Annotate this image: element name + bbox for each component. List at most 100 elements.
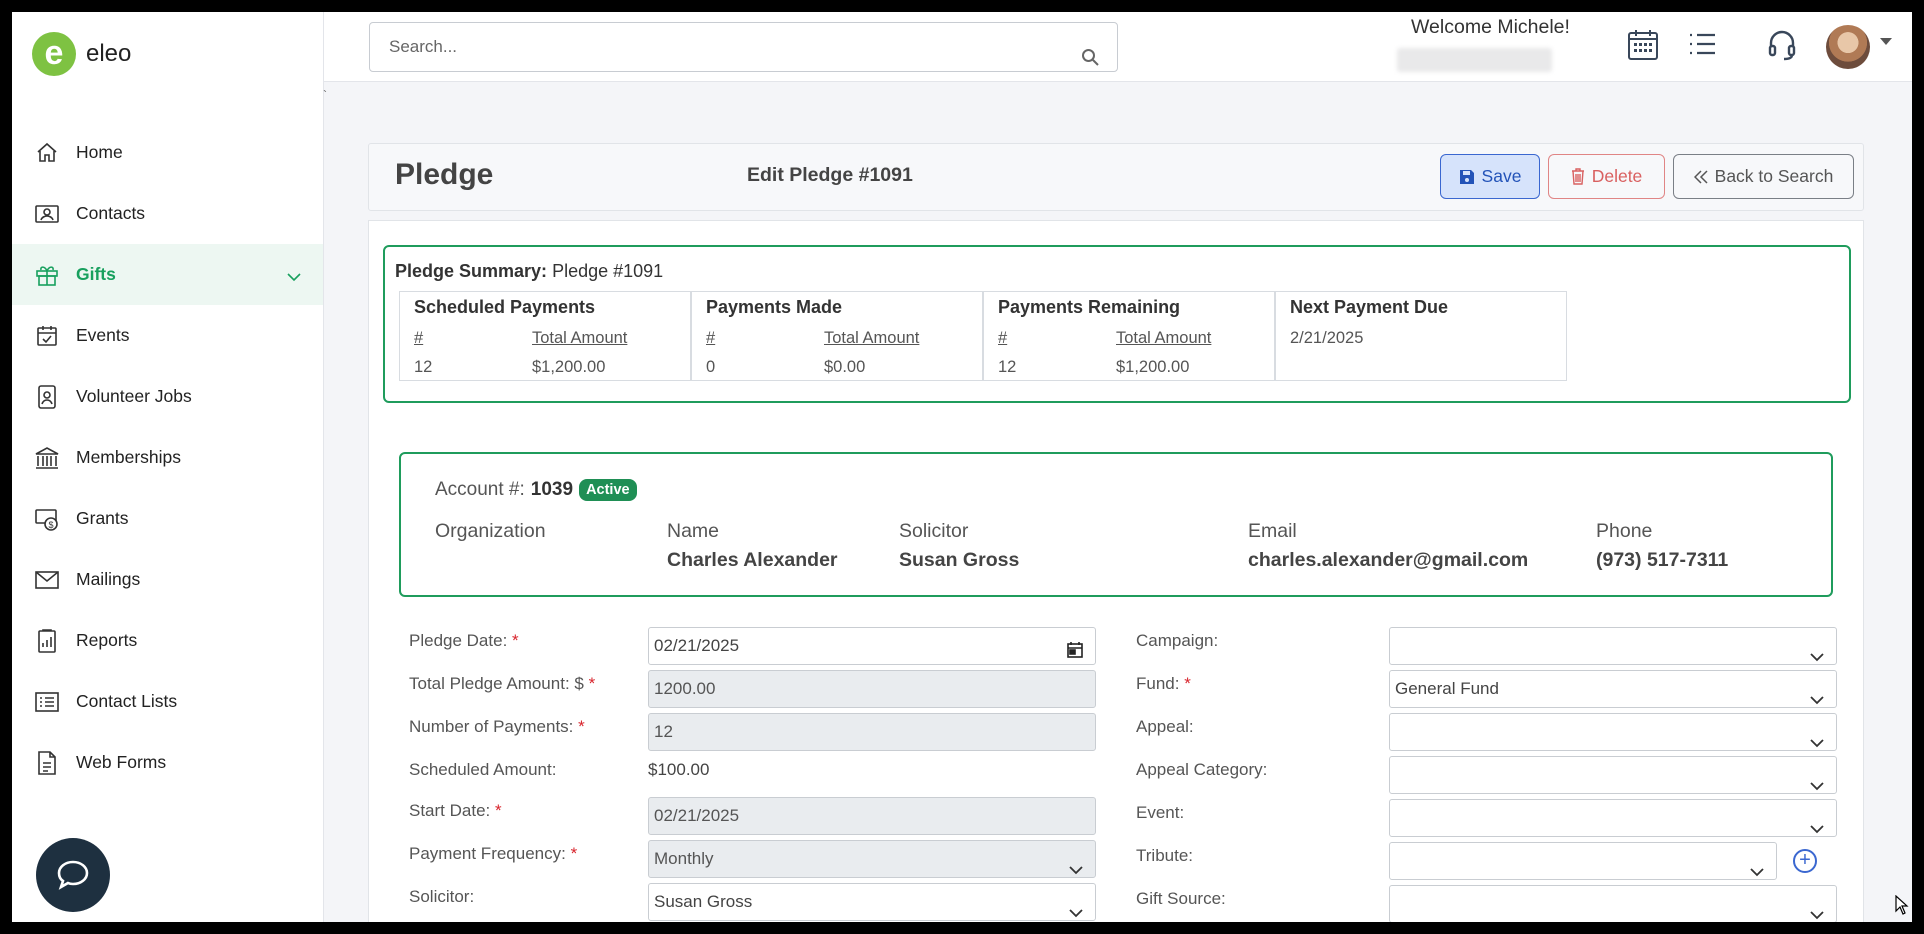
pledge-form-card: Pledge Summary: Pledge #1091 Scheduled P… <box>368 220 1864 922</box>
tribute-select[interactable] <box>1389 842 1777 880</box>
account-card: Account #: 1039 Active Organization Name… <box>399 452 1833 597</box>
fund-select[interactable]: General Fund <box>1389 670 1837 708</box>
page-header: Pledge Edit Pledge #1091 Save Delete Bac… <box>368 143 1864 211</box>
welcome-text: Welcome Michele! <box>1411 16 1570 38</box>
bank-icon <box>32 443 62 473</box>
collapse-handle[interactable]: ` <box>323 88 327 102</box>
sidebar-item-label: Grants <box>76 508 129 528</box>
account-label: Account #: <box>435 479 525 500</box>
appeal-select[interactable] <box>1389 713 1837 751</box>
pledge-date-input[interactable]: 02/21/2025 <box>648 627 1096 665</box>
search-icon[interactable] <box>1081 37 1099 85</box>
scheduled-amount: $1,200.00 <box>532 358 606 376</box>
campaign-label: Campaign: <box>1136 631 1219 650</box>
sidebar-item-home[interactable]: Home <box>12 122 323 183</box>
list-icon <box>32 687 62 717</box>
caret-down-icon[interactable] <box>1880 38 1892 45</box>
remaining-amount: $1,200.00 <box>1116 358 1190 376</box>
app-window: e eleo Home Contacts Gifts Events Volunt… <box>12 12 1912 922</box>
solicitor-select[interactable]: Susan Gross <box>648 883 1096 921</box>
eleo-logo-icon: e <box>32 32 76 76</box>
search-input[interactable]: Search... <box>369 22 1118 72</box>
sidebar-item-reports[interactable]: Reports <box>12 610 323 671</box>
calendar-icon[interactable] <box>1626 28 1660 67</box>
frequency-label: Payment Frequency: * <box>409 844 577 864</box>
amount-header: Total Amount <box>1116 329 1212 347</box>
sidebar-item-grants[interactable]: $ Grants <box>12 488 323 549</box>
add-tribute-icon[interactable]: + <box>1793 849 1817 873</box>
next-payment-box: Next Payment Due 2/21/2025 <box>1275 291 1567 381</box>
appeal-category-select[interactable] <box>1389 756 1837 794</box>
chat-bubble-icon <box>57 860 89 890</box>
headset-icon[interactable] <box>1767 29 1797 66</box>
calendar-picker-icon[interactable] <box>1067 636 1083 672</box>
label-text: Pledge Date: <box>409 631 508 650</box>
account-header: Account #: 1039 Active <box>435 479 637 501</box>
sidebar-item-events[interactable]: Events <box>12 305 323 366</box>
sidebar-item-contacts[interactable]: Contacts <box>12 183 323 244</box>
scheduled-count: 12 <box>414 358 433 376</box>
sidebar-item-web-forms[interactable]: Web Forms <box>12 732 323 793</box>
contact-phone: (973) 517-7311 <box>1596 549 1729 571</box>
count-header: # <box>706 329 716 347</box>
required-mark: * <box>512 631 519 650</box>
list-view-icon[interactable] <box>1687 30 1717 63</box>
remaining-count: 12 <box>998 358 1017 376</box>
name-label: Name <box>667 520 720 542</box>
pledge-date-label: Pledge Date: * <box>409 631 519 651</box>
contact-email[interactable]: charles.alexander@gmail.com <box>1248 549 1528 572</box>
payments-made-box: Payments Made # Total Amount 0 $0.00 <box>691 291 983 381</box>
back-label: Back to Search <box>1714 166 1834 186</box>
gift-source-select[interactable] <box>1389 885 1837 922</box>
sidebar-item-label: Gifts <box>76 264 116 284</box>
tribute-label: Tribute: <box>1136 846 1194 865</box>
sidebar-item-volunteer-jobs[interactable]: Volunteer Jobs <box>12 366 323 427</box>
sidebar-item-mailings[interactable]: Mailings <box>12 549 323 610</box>
svg-text:$: $ <box>49 520 54 530</box>
sidebar-item-memberships[interactable]: Memberships <box>12 427 323 488</box>
summary-value: Pledge #1091 <box>552 261 664 281</box>
sidebar-item-label: Home <box>76 142 123 162</box>
delete-label: Delete <box>1591 166 1643 186</box>
id-badge-icon <box>32 382 62 412</box>
frequency-select[interactable]: Monthly <box>648 840 1096 878</box>
required-mark: * <box>570 844 578 863</box>
frequency-value: Monthly <box>654 849 714 868</box>
floppy-disk-icon <box>1459 169 1474 184</box>
app-logo[interactable]: e eleo <box>32 32 131 76</box>
back-to-search-button[interactable]: Back to Search <box>1673 154 1854 199</box>
contact-name: Charles Alexander <box>667 549 838 571</box>
chevron-down-icon[interactable] <box>287 266 301 287</box>
delete-button[interactable]: Delete <box>1548 154 1665 199</box>
event-select[interactable] <box>1389 799 1837 837</box>
email-column: Email charles.alexander@gmail.com <box>1248 520 1528 572</box>
summary-label: Pledge Summary: <box>395 261 548 281</box>
num-payments-input[interactable]: 12 <box>648 713 1096 751</box>
redacted-org-name <box>1397 48 1552 72</box>
organization-label: Organization <box>435 520 546 542</box>
calendar-check-icon <box>32 321 62 351</box>
sidebar-nav: Home Contacts Gifts Events Volunteer Job… <box>12 122 323 793</box>
account-number[interactable]: 1039 <box>531 479 573 501</box>
sidebar-item-label: Web Forms <box>76 752 167 772</box>
solicitor-column: Solicitor Susan Gross <box>899 520 1019 572</box>
chat-support-button[interactable] <box>36 838 110 912</box>
trash-icon <box>1571 168 1584 185</box>
sidebar-item-contact-lists[interactable]: Contact Lists <box>12 671 323 732</box>
save-button[interactable]: Save <box>1440 154 1540 199</box>
chevron-down-icon <box>1810 811 1824 847</box>
phone-column: Phone (973) 517-7311 <box>1596 520 1728 572</box>
payments-remaining-title: Payments Remaining <box>998 297 1181 317</box>
start-date-value: 02/21/2025 <box>654 806 740 825</box>
total-amount-label: Total Pledge Amount: $ * <box>409 674 595 694</box>
sidebar-item-label: Mailings <box>76 569 141 589</box>
campaign-select[interactable] <box>1389 627 1837 665</box>
sidebar-item-gifts[interactable]: Gifts <box>12 244 323 305</box>
money-icon: $ <box>32 504 62 534</box>
avatar[interactable] <box>1826 25 1870 69</box>
total-amount-input[interactable]: 1200.00 <box>648 670 1096 708</box>
start-date-input[interactable]: 02/21/2025 <box>648 797 1096 835</box>
label-text: Number of Payments: <box>409 717 574 736</box>
chevron-down-icon <box>1069 895 1083 922</box>
organization-column: Organization <box>435 520 546 543</box>
